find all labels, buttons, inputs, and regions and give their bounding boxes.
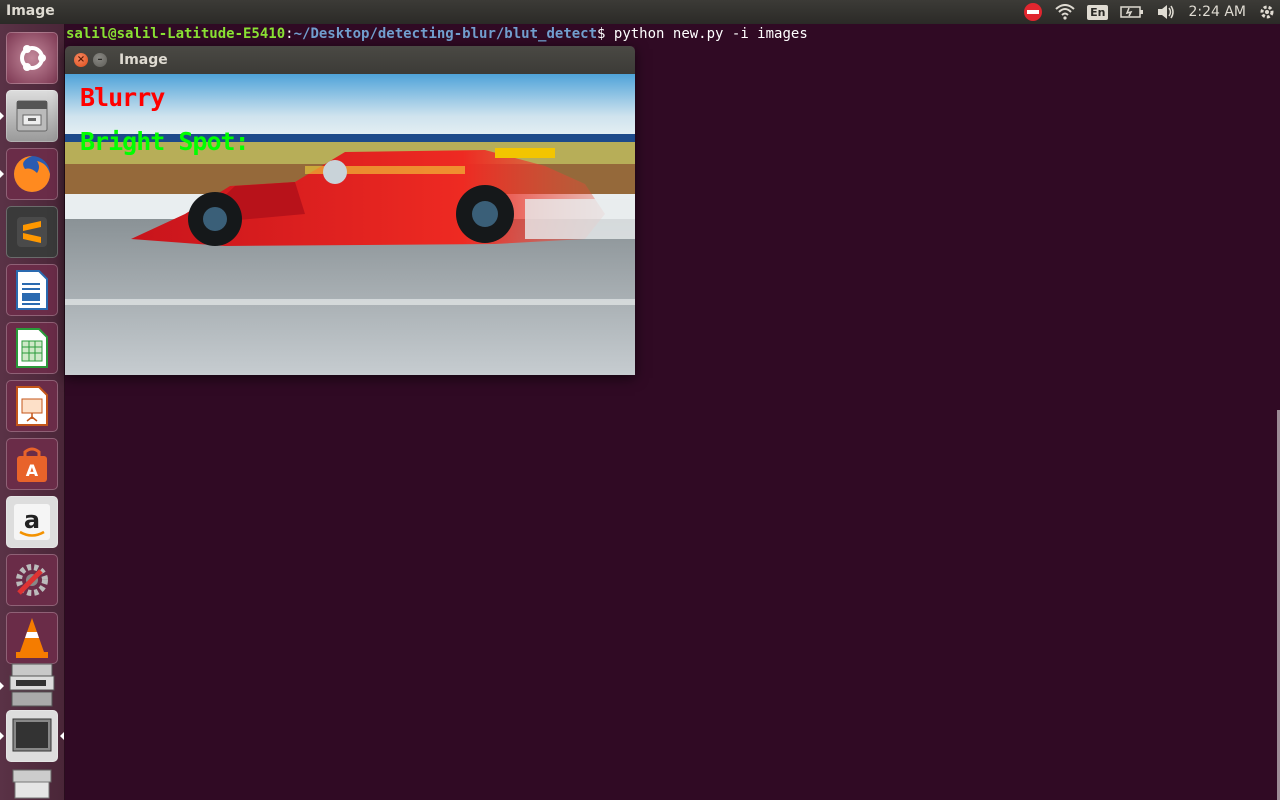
trash-icon [12,769,52,799]
network-disconnected-icon[interactable] [1023,2,1043,22]
terminal-launcher[interactable] [0,710,64,762]
sublime-text-launcher[interactable] [6,206,58,258]
minimize-button[interactable]: – [93,53,107,67]
battery-icon[interactable] [1120,5,1144,19]
image-window-titlebar[interactable]: × – Image [65,46,635,74]
image-window[interactable]: × – Image Blurry Bright Spot: [65,46,635,375]
terminal-separator: : [285,26,294,42]
impress-presentation-icon [16,386,48,426]
firefox-launcher[interactable] [0,148,58,200]
vlc-launcher[interactable] [6,612,58,664]
amazon-launcher[interactable]: a [6,496,58,548]
libreoffice-calc-launcher[interactable] [6,322,58,374]
terminal-command: python new.py -i images [613,26,808,42]
close-button[interactable]: × [74,53,88,67]
sublime-text-icon [17,217,47,247]
terminal-prompt-symbol: $ [597,26,614,42]
ubuntu-logo-icon [20,45,46,71]
libreoffice-impress-launcher[interactable] [6,380,58,432]
launcher: A a [0,24,65,800]
file-cabinet-icon [16,100,48,132]
gear-icon[interactable] [1258,3,1276,21]
shopping-bag-icon: A [17,447,47,482]
ubuntu-software-launcher[interactable]: A [6,438,58,490]
trash-launcher[interactable] [6,762,58,800]
image-canvas: Blurry Bright Spot: [65,74,635,375]
image-viewer-stack-launcher[interactable] [0,660,58,710]
files-launcher[interactable] [0,90,58,142]
amazon-icon: a [14,504,50,540]
ubuntu-dash-button[interactable] [6,32,58,84]
active-app-title: Image [6,3,55,19]
libreoffice-writer-launcher[interactable] [6,264,58,316]
wifi-icon[interactable] [1055,4,1075,20]
terminal-screen-icon [12,718,52,752]
blurry-label: Blurry [80,83,165,112]
terminal-user-host: salil@salil-Latitude-E5410 [66,26,286,42]
keyboard-layout-indicator[interactable]: En [1087,4,1109,20]
system-tray: En 2:24 AM [1023,0,1280,24]
terminal-path: ~/Desktop/detecting-blur/blut_detect [293,26,598,42]
firefox-icon [14,156,50,192]
volume-icon[interactable] [1156,4,1176,20]
svg-text:a: a [24,506,40,534]
clock[interactable]: 2:24 AM [1188,4,1246,20]
writer-document-icon [16,270,48,310]
bright-spot-label: Bright Spot: [80,127,250,156]
stacked-windows-icon [9,663,55,707]
traffic-cone-icon [16,618,48,658]
terminal-prompt-line: salil@salil-Latitude-E5410:~/Desktop/det… [66,25,808,45]
race-car-photo [65,74,635,375]
system-settings-launcher[interactable] [6,554,58,606]
wrench-gear-icon [16,564,48,596]
image-window-title: Image [119,52,168,68]
svg-text:A: A [26,461,39,480]
calc-spreadsheet-icon [16,328,48,368]
top-panel: Image En 2:24 AM [0,0,1280,24]
